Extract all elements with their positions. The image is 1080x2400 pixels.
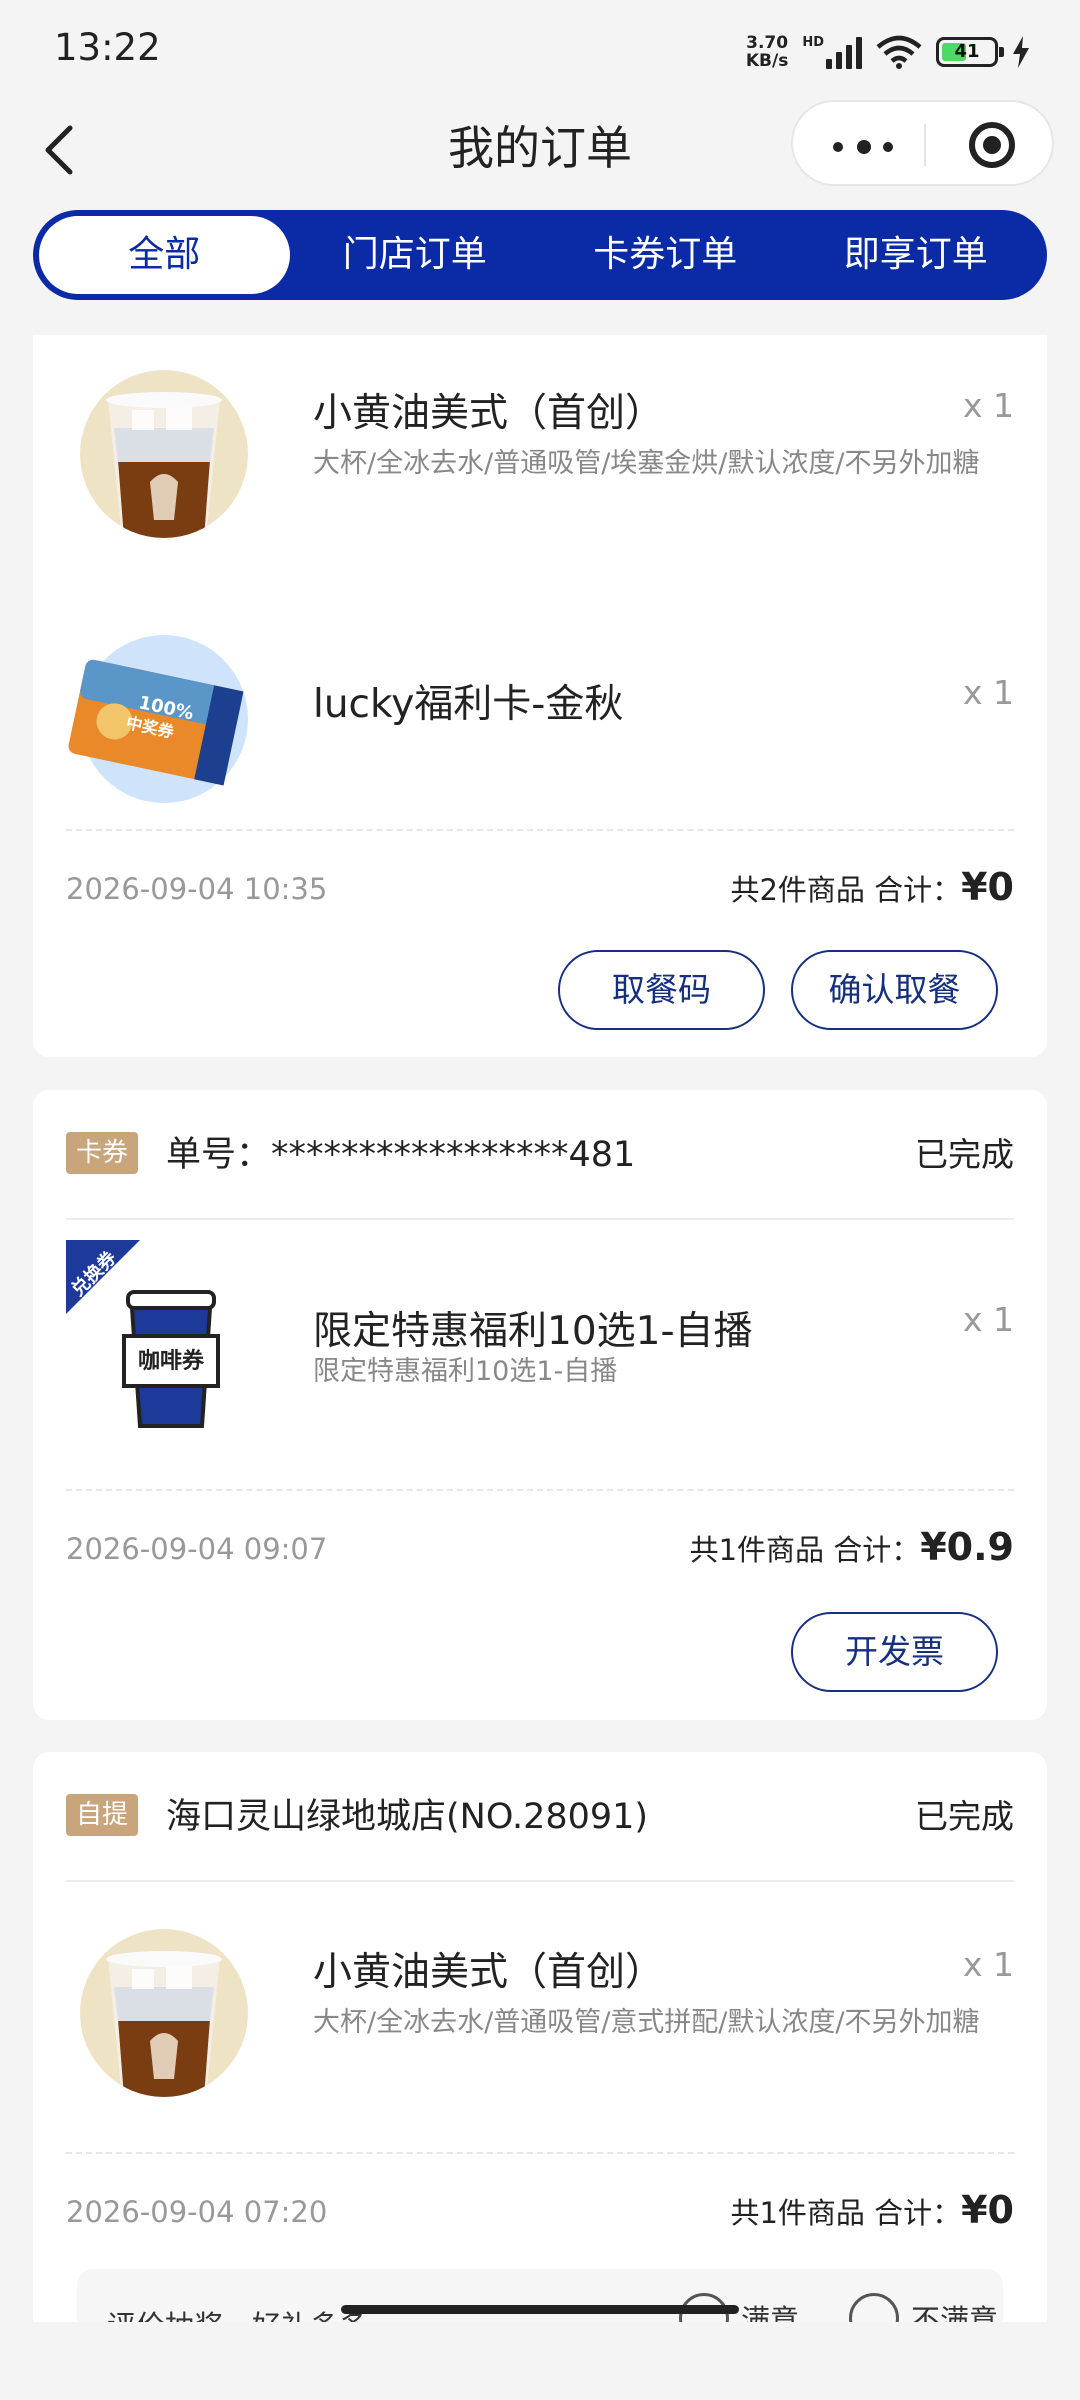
order-item[interactable]: 100% 中奖券 lucky福利卡-金秋 x 1 [66, 613, 1014, 803]
item-name: 小黄油美式（首创） [313, 1950, 665, 1995]
item-name: 小黄油美式（首创） [313, 391, 665, 436]
welfare-card-image: 100% 中奖券 [68, 635, 248, 803]
order-item[interactable]: 咖啡券 兑换券 限定特惠福利10选1-自播 限定特惠福利10选1-自播 x 1 [66, 1240, 1014, 1430]
order-card[interactable]: 小黄油美式（首创） 大杯/全冰去水/普通吸管/埃塞金烘/默认浓度/不另外加糖 x… [33, 335, 1047, 1057]
order-header: 自提 海口灵山绿地城店(NO.28091) 已完成 [66, 1752, 1014, 1882]
item-qty: x 1 [962, 673, 1014, 712]
order-item[interactable]: 小黄油美式（首创） 大杯/全冰去水/普通吸管/埃塞金烘/默认浓度/不另外加糖 x… [66, 348, 1014, 538]
voucher-cup-label: 咖啡券 [138, 1348, 205, 1374]
frown-face-icon [849, 2293, 899, 2322]
nav-bar: 我的订单 [0, 100, 1080, 200]
divider [66, 829, 1014, 831]
close-miniprogram-icon[interactable] [969, 122, 1015, 168]
order-type-tag: 卡券 [66, 1132, 139, 1174]
item-spec: 大杯/全冰去水/普通吸管/埃塞金烘/默认浓度/不另外加糖 [313, 448, 980, 479]
tab-instant-orders[interactable]: 即享订单 [791, 216, 1042, 294]
home-indicator[interactable] [341, 2305, 739, 2314]
wifi-icon [876, 35, 922, 69]
order-header: 卡券 单号：*****************481 已完成 [66, 1090, 1014, 1220]
unsatisfied-option[interactable]: 不满意 [849, 2293, 998, 2322]
capsule-divider [924, 124, 926, 166]
order-item[interactable]: 小黄油美式（首创） 大杯/全冰去水/普通吸管/意式拼配/默认浓度/不另外加糖 x… [66, 1907, 1014, 2097]
item-spec: 大杯/全冰去水/普通吸管/意式拼配/默认浓度/不另外加糖 [313, 2007, 980, 2038]
order-date: 2026-09-04 09:07 [66, 1532, 328, 1566]
charging-icon [1013, 36, 1029, 68]
battery-icon: 41 [936, 37, 1004, 67]
evaluation-bar[interactable]: 评价抽奖，好礼多多 满意 不满意 [77, 2269, 1003, 2322]
tab-voucher-orders[interactable]: 卡券订单 [540, 216, 791, 294]
evaluation-clip: 评价抽奖，好礼多多 满意 不满意 [33, 2269, 1047, 2322]
iced-coffee-image [80, 370, 248, 538]
order-total: 共1件商品 合计：¥0.9 [689, 1525, 1014, 1569]
order-date: 2026-09-04 10:35 [66, 872, 328, 906]
item-qty: x 1 [962, 386, 1014, 425]
miniprogram-capsule [791, 100, 1054, 186]
item-qty: x 1 [962, 1300, 1014, 1339]
tab-all[interactable]: 全部 [39, 216, 290, 294]
order-date: 2026-09-04 07:20 [66, 2195, 328, 2229]
status-time: 13:22 [54, 26, 161, 69]
total-price: ¥0.9 [920, 1525, 1014, 1569]
confirm-pickup-button[interactable]: 确认取餐 [791, 950, 998, 1030]
evaluation-prompt: 评价抽奖，好礼多多 [107, 2303, 368, 2322]
item-name: lucky福利卡-金秋 [313, 682, 624, 727]
pickup-code-button[interactable]: 取餐码 [558, 950, 765, 1030]
coffee-voucher-image: 咖啡券 兑换券 [66, 1240, 256, 1430]
order-card[interactable]: 自提 海口灵山绿地城店(NO.28091) 已完成 小黄油美式（首创） 大杯/全… [33, 1752, 1047, 2322]
more-dots-icon[interactable] [833, 140, 893, 154]
order-number: 单号：*****************481 [166, 1135, 636, 1175]
total-price: ¥0 [961, 2188, 1014, 2232]
order-status: 已完成 [915, 1797, 1014, 1836]
order-card[interactable]: 卡券 单号：*****************481 已完成 咖啡券 兑换券 限… [33, 1090, 1047, 1720]
item-spec: 限定特惠福利10选1-自播 [313, 1356, 618, 1387]
order-total: 共2件商品 合计：¥0 [730, 865, 1014, 909]
cellular-signal-icon: HD [802, 35, 862, 69]
status-bar: 13:22 3.70 KB/s HD 41 [0, 0, 1080, 100]
net-speed: 3.70 KB/s [745, 33, 789, 71]
tab-store-orders[interactable]: 门店订单 [290, 216, 541, 294]
order-status: 已完成 [915, 1135, 1014, 1174]
divider [66, 1489, 1014, 1491]
issue-invoice-button[interactable]: 开发票 [791, 1612, 998, 1692]
order-type-tag: 自提 [66, 1794, 139, 1836]
order-tabs: 全部 门店订单 卡券订单 即享订单 [33, 210, 1047, 300]
divider [66, 2152, 1014, 2154]
item-name: 限定特惠福利10选1-自播 [313, 1309, 753, 1354]
iced-coffee-image [80, 1929, 248, 2097]
status-icons: 3.70 KB/s HD 41 [746, 30, 1030, 74]
store-name: 海口灵山绿地城店(NO.28091) [166, 1797, 649, 1837]
total-price: ¥0 [961, 865, 1014, 909]
item-qty: x 1 [962, 1945, 1014, 1984]
order-total: 共1件商品 合计：¥0 [730, 2188, 1014, 2232]
